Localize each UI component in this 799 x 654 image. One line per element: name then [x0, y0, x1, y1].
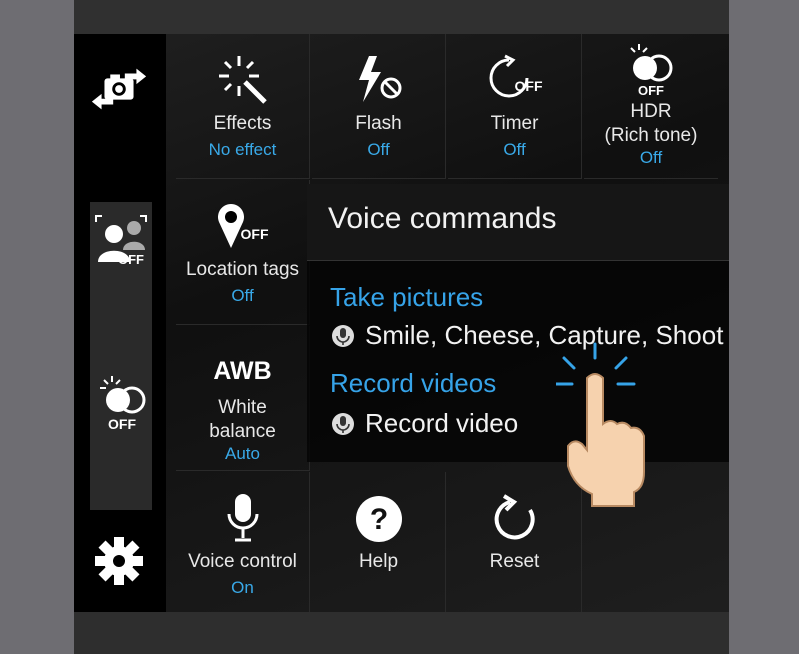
hdr-icon: [623, 42, 679, 84]
voice-commands-popup: Voice commands Take pictures Smile, Chee…: [307, 184, 729, 462]
left-toolbar: OFF OFF: [74, 34, 166, 612]
reset-label: Reset: [489, 551, 540, 572]
hdr-off-badge: OFF: [108, 416, 136, 432]
help-icon: ?: [354, 482, 404, 544]
setting-timer[interactable]: OFF Timer Off: [448, 34, 582, 179]
command-row-pictures: Smile, Cheese, Capture, Shoot: [331, 320, 723, 351]
setting-value: Auto: [225, 444, 260, 463]
setting-label: Effects: [213, 113, 272, 134]
settings-gear-icon[interactable]: [88, 534, 150, 588]
setting-label: HDR (Rich tone): [604, 101, 698, 146]
help-label: Help: [358, 551, 399, 572]
setting-value: Off: [231, 286, 254, 305]
setting-value: Off: [639, 148, 663, 167]
help-button[interactable]: ? Help: [312, 472, 446, 617]
switch-camera-icon[interactable]: [88, 62, 150, 116]
command-text: Smile, Cheese, Capture, Shoot: [365, 320, 724, 350]
setting-hdr[interactable]: OFF HDR (Rich tone) Off: [584, 34, 718, 179]
microphone-bullet-icon: [332, 324, 354, 347]
location-off-icon: OFF: [215, 190, 271, 252]
setting-label: Location tags: [185, 259, 300, 280]
reset-icon: [490, 482, 540, 544]
awb-icon: AWB: [213, 357, 272, 385]
setting-white-balance[interactable]: AWB White balance Auto: [176, 326, 310, 471]
section-record-videos: Record videos: [330, 368, 497, 398]
location-off-badge: OFF: [240, 226, 269, 242]
camera-settings-screen: OFF OFF Effects No effect Flash Off OFF …: [74, 0, 729, 654]
setting-label: Flash: [355, 113, 402, 134]
setting-label: Timer: [490, 113, 539, 134]
setting-value: Off: [367, 140, 390, 159]
popup-header: Voice commands: [307, 184, 729, 261]
command-text: Record video: [365, 408, 519, 438]
setting-flash[interactable]: Flash Off: [312, 34, 446, 179]
setting-value: Off: [503, 140, 526, 159]
setting-value: On: [231, 578, 254, 597]
command-row-videos: Record video: [331, 408, 518, 439]
flash-off-icon: [353, 44, 405, 106]
microphone-bullet-icon: [332, 412, 354, 435]
effects-sparkle-icon: [217, 44, 269, 106]
tap-gesture-icon: [554, 340, 656, 515]
setting-effects[interactable]: Effects No effect: [176, 34, 310, 179]
setting-value: No effect: [208, 140, 277, 159]
svg-text:?: ?: [369, 503, 387, 536]
setting-label: White balance: [209, 397, 276, 442]
status-bar: [74, 0, 729, 34]
bottom-bar: [74, 612, 729, 654]
timer-off-badge: OFF: [514, 78, 543, 94]
timer-off-icon: OFF: [487, 44, 543, 106]
hdr-off-badge-small: OFF: [638, 83, 664, 98]
setting-voice-control[interactable]: Voice control On: [176, 472, 310, 617]
setting-label: Voice control: [188, 551, 297, 572]
microphone-icon: [223, 482, 263, 544]
popup-title: Voice commands: [328, 202, 557, 235]
setting-location-tags[interactable]: OFF Location tags Off: [176, 180, 310, 325]
face-off-badge: OFF: [118, 252, 144, 267]
section-take-pictures: Take pictures: [330, 282, 484, 312]
hdr-off-icon[interactable]: [90, 374, 152, 420]
